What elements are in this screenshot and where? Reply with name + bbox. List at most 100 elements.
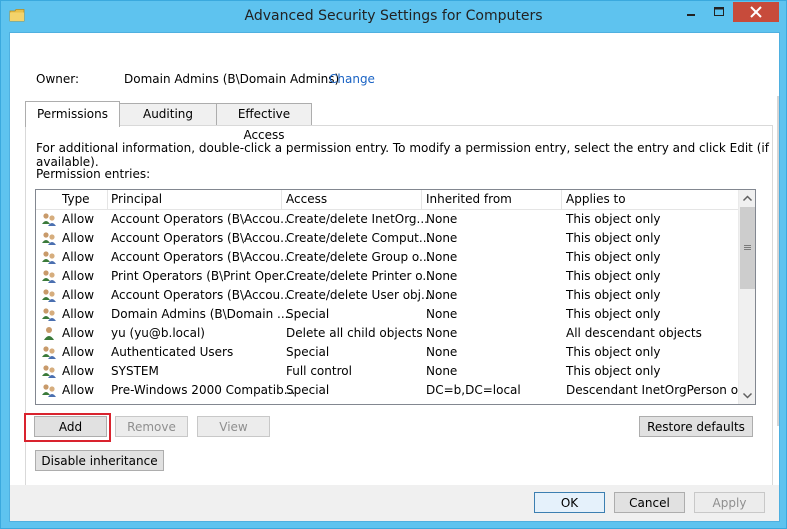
table-row[interactable]: Allow Domain Admins (B\Domain ... Special N… — [36, 305, 738, 324]
grip-line — [744, 249, 751, 250]
maximize-button[interactable] — [705, 2, 733, 22]
owner-label: Owner: — [36, 72, 80, 86]
cell-inherited: None — [426, 212, 458, 226]
cell-inherited: None — [426, 231, 458, 245]
group-icon — [41, 269, 57, 284]
cell-type: Allow — [62, 269, 95, 283]
column-divider[interactable] — [281, 190, 282, 209]
cell-access: Full control — [286, 364, 352, 378]
cell-access: Create/delete Group o... — [286, 250, 431, 264]
cell-applies: This object only — [566, 307, 661, 321]
column-header-applies-to[interactable]: Applies to — [566, 192, 626, 206]
cell-principal: Pre-Windows 2000 Compatib... — [111, 383, 296, 397]
cell-inherited: None — [426, 288, 458, 302]
dialog-footer: OK Cancel Apply — [10, 485, 779, 521]
security-settings-window: Advanced Security Settings for Computers… — [0, 0, 787, 529]
cell-applies: This object only — [566, 231, 661, 245]
cell-type: Allow — [62, 364, 95, 378]
cell-access: Special — [286, 345, 330, 359]
cell-principal: SYSTEM — [111, 364, 159, 378]
column-divider[interactable] — [421, 190, 422, 209]
ok-button[interactable]: OK — [534, 492, 605, 513]
table-row[interactable]: Allow Account Operators (B\Accou... Create… — [36, 229, 738, 248]
tab-effective-access[interactable]: Effective Access — [216, 103, 312, 142]
table-row[interactable]: Allow Account Operators (B\Accou... Create… — [36, 210, 738, 229]
cell-applies: All descendant objects — [566, 326, 702, 340]
cell-type: Allow — [62, 212, 95, 226]
group-icon — [41, 231, 57, 246]
window-title: Advanced Security Settings for Computers — [244, 8, 543, 24]
scroll-down-icon[interactable] — [739, 387, 756, 404]
tab-permissions[interactable]: Permissions — [25, 101, 120, 127]
column-divider[interactable] — [561, 190, 562, 209]
list-vertical-scrollbar[interactable] — [738, 190, 756, 404]
cell-inherited: None — [426, 345, 458, 359]
list-rows: Allow Account Operators (B\Accou... Create… — [36, 210, 749, 400]
table-row[interactable]: Allow Account Operators (B\Accou... Create… — [36, 286, 738, 305]
table-row[interactable]: Allow Account Operators (B\Accou... Create… — [36, 248, 738, 267]
cell-type: Allow — [62, 383, 95, 397]
permission-entries-list[interactable]: Type Principal Access Inherited from App… — [35, 189, 756, 405]
dialog-client-area: Owner: Domain Admins (B\Domain Admins) C… — [9, 32, 780, 522]
cell-applies: This object only — [566, 288, 661, 302]
cell-applies: This object only — [566, 269, 661, 283]
cell-type: Allow — [62, 345, 95, 359]
cell-access: Create/delete InetOrg... — [286, 212, 428, 226]
owner-value: Domain Admins (B\Domain Admins) — [124, 72, 340, 86]
group-icon — [41, 250, 57, 265]
cancel-button[interactable]: Cancel — [614, 492, 685, 513]
user-icon — [41, 326, 57, 341]
cell-applies: This object only — [566, 250, 661, 264]
cell-inherited: None — [426, 326, 458, 340]
table-row[interactable]: Allow Authenticated Users Special None This … — [36, 343, 738, 362]
cell-principal: Account Operators (B\Accou... — [111, 250, 292, 264]
add-button-highlight — [24, 413, 111, 442]
column-header-principal[interactable]: Principal — [111, 192, 162, 206]
column-header-inherited-from[interactable]: Inherited from — [426, 192, 512, 206]
cell-inherited: None — [426, 269, 458, 283]
restore-defaults-button[interactable]: Restore defaults — [639, 416, 753, 437]
cell-applies: This object only — [566, 345, 661, 359]
minimize-button[interactable] — [677, 2, 705, 22]
cell-applies: Descendant InetOrgPerson o... — [566, 383, 750, 397]
cell-principal: Domain Admins (B\Domain ... — [111, 307, 289, 321]
cell-access: Special — [286, 307, 330, 321]
cell-type: Allow — [62, 250, 95, 264]
cell-applies: This object only — [566, 364, 661, 378]
minimize-icon — [687, 14, 695, 16]
close-button[interactable] — [733, 2, 779, 22]
scroll-up-icon[interactable] — [739, 190, 756, 207]
table-row[interactable]: Allow SYSTEM Full control None This object o… — [36, 362, 738, 381]
table-row[interactable]: Allow yu (yu@b.local) Delete all child obj… — [36, 324, 738, 343]
cell-access: Create/delete User obj... — [286, 288, 433, 302]
table-row[interactable]: Allow Pre-Windows 2000 Compatib... Special… — [36, 381, 749, 400]
group-icon — [41, 383, 57, 398]
info-text: For additional information, double-click… — [36, 141, 769, 169]
apply-button[interactable]: Apply — [694, 492, 765, 513]
column-header-access[interactable]: Access — [286, 192, 327, 206]
title-bar[interactable]: Advanced Security Settings for Computers — [1, 1, 786, 32]
column-divider[interactable] — [107, 190, 108, 209]
cell-principal: Print Operators (B\Print Oper... — [111, 269, 295, 283]
column-header-type[interactable]: Type — [62, 192, 90, 206]
cell-type: Allow — [62, 307, 95, 321]
grip-line — [744, 245, 751, 246]
cell-principal: Account Operators (B\Accou... — [111, 212, 292, 226]
cell-access: Create/delete Printer o... — [286, 269, 434, 283]
cell-applies: This object only — [566, 212, 661, 226]
cell-type: Allow — [62, 326, 95, 340]
cell-inherited: None — [426, 307, 458, 321]
disable-inheritance-button[interactable]: Disable inheritance — [35, 450, 164, 471]
scroll-thumb[interactable] — [740, 207, 755, 289]
list-header: Type Principal Access Inherited from App… — [36, 190, 738, 210]
cell-access: Delete all child objects — [286, 326, 423, 340]
table-row[interactable]: Allow Print Operators (B\Print Oper... Cre… — [36, 267, 738, 286]
close-icon — [750, 6, 762, 18]
change-owner-link[interactable]: Change — [329, 72, 375, 86]
view-button[interactable]: View — [197, 416, 270, 437]
group-icon — [41, 307, 57, 322]
tab-auditing[interactable]: Auditing — [119, 103, 217, 126]
cell-type: Allow — [62, 288, 95, 302]
cell-inherited: DC=b,DC=local — [426, 383, 521, 397]
remove-button[interactable]: Remove — [115, 416, 188, 437]
